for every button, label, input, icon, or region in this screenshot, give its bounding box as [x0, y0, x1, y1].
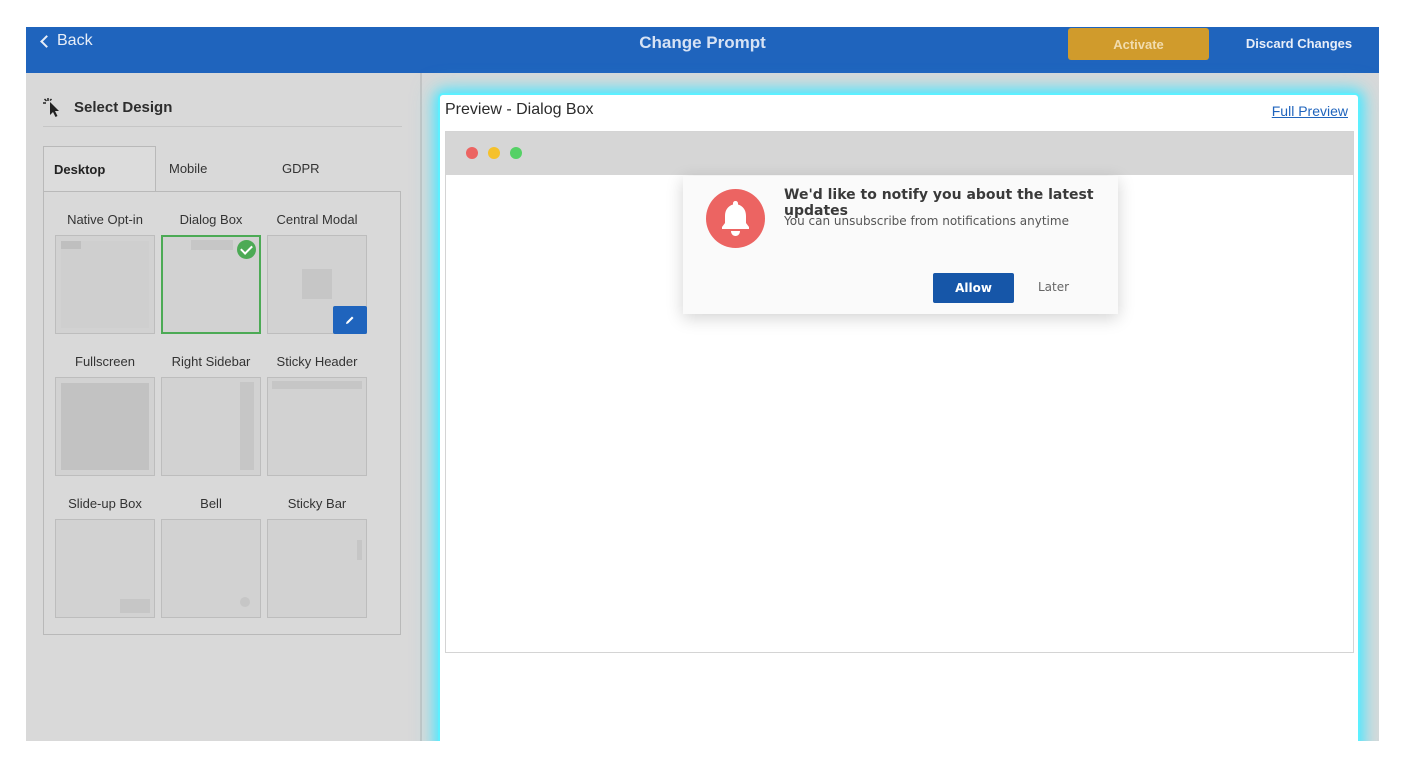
preview-title: Preview - Dialog Box: [445, 101, 594, 118]
design-option-bell[interactable]: Bell: [158, 496, 264, 618]
design-label: Right Sidebar: [171, 354, 251, 369]
design-thumbnail[interactable]: [55, 235, 155, 334]
window-minimize-dot: [488, 147, 500, 159]
design-grid: Native Opt-in Dialog Box Central Modal F…: [43, 191, 401, 635]
edit-design-button[interactable]: [333, 306, 367, 334]
design-option-native-opt-in[interactable]: Native Opt-in: [52, 212, 158, 334]
top-bar: Back Change Prompt Activate Discard Chan…: [26, 27, 1379, 73]
cursor-click-icon: [42, 96, 64, 118]
dialog-subtitle: You can unsubscribe from notifications a…: [784, 214, 1069, 228]
design-option-fullscreen[interactable]: Fullscreen: [52, 354, 158, 476]
design-option-slide-up-box[interactable]: Slide-up Box: [52, 496, 158, 618]
divider: [43, 126, 402, 127]
design-label: Bell: [200, 496, 222, 511]
design-label: Sticky Header: [276, 354, 358, 369]
app-window: Back Change Prompt Activate Discard Chan…: [26, 27, 1379, 741]
check-circle-icon: [237, 240, 256, 259]
design-thumbnail[interactable]: [267, 235, 367, 334]
back-link[interactable]: Back: [40, 32, 93, 50]
notification-dialog: We'd like to notify you about the latest…: [683, 176, 1118, 314]
tab-gdpr[interactable]: GDPR: [282, 146, 320, 192]
design-thumbnail[interactable]: [267, 377, 367, 476]
design-thumbnail[interactable]: [267, 519, 367, 618]
design-label: Central Modal: [276, 212, 358, 227]
design-option-right-sidebar[interactable]: Right Sidebar: [158, 354, 264, 476]
design-option-sticky-header[interactable]: Sticky Header: [264, 354, 370, 476]
allow-button[interactable]: Allow: [933, 273, 1014, 303]
back-label: Back: [57, 32, 93, 49]
browser-chrome: [446, 132, 1353, 175]
browser-mockup: We'd like to notify you about the latest…: [445, 131, 1354, 653]
design-thumbnail[interactable]: [161, 377, 261, 476]
tab-mobile[interactable]: Mobile: [169, 146, 207, 192]
later-button[interactable]: Later: [1038, 280, 1069, 294]
pencil-icon: [346, 316, 354, 324]
bell-icon: [706, 189, 765, 248]
design-label: Sticky Bar: [287, 496, 347, 511]
design-label: Slide-up Box: [68, 496, 142, 511]
tab-desktop[interactable]: Desktop: [43, 146, 156, 192]
design-option-dialog-box[interactable]: Dialog Box: [158, 212, 264, 334]
preview-panel: Preview - Dialog Box Full Preview We'd l…: [440, 95, 1358, 741]
design-label: Dialog Box: [179, 212, 243, 227]
device-tabs: Desktop Mobile GDPR: [43, 146, 401, 192]
select-design-label: Select Design: [74, 98, 173, 116]
full-preview-link[interactable]: Full Preview: [1272, 103, 1348, 119]
design-thumbnail[interactable]: [55, 519, 155, 618]
design-option-sticky-bar[interactable]: Sticky Bar: [264, 496, 370, 618]
design-thumbnail[interactable]: [55, 377, 155, 476]
activate-button[interactable]: Activate: [1068, 28, 1209, 60]
chevron-left-icon: [40, 35, 53, 48]
window-close-dot: [466, 147, 478, 159]
design-panel: Select Design Desktop Mobile GDPR Native…: [26, 73, 420, 741]
design-option-central-modal[interactable]: Central Modal: [264, 212, 370, 334]
design-thumbnail[interactable]: [161, 519, 261, 618]
discard-changes-button[interactable]: Discard Changes: [1229, 36, 1369, 51]
select-design-heading: Select Design: [42, 96, 172, 118]
panel-divider: [420, 73, 422, 741]
design-label: Fullscreen: [75, 354, 135, 369]
window-maximize-dot: [510, 147, 522, 159]
design-label: Native Opt-in: [67, 212, 143, 227]
design-thumbnail-selected[interactable]: [161, 235, 261, 334]
